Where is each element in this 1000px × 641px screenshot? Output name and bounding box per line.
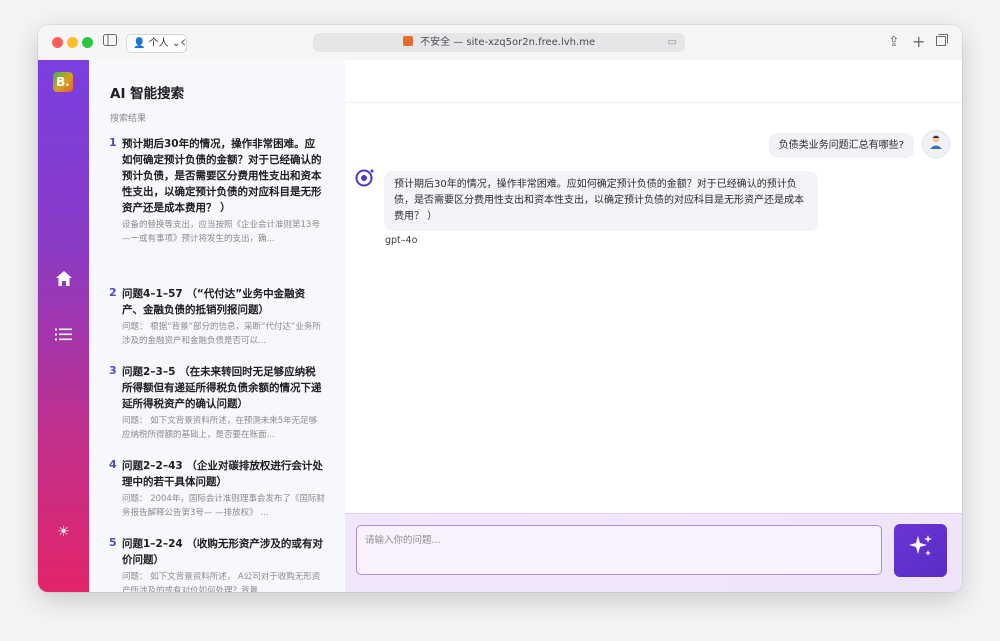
- plus-icon[interactable]: +: [912, 33, 925, 51]
- message-composer: [345, 513, 962, 592]
- zoom-window-button[interactable]: [82, 37, 93, 48]
- panel-subtitle: 搜索结果: [110, 114, 147, 124]
- result-item[interactable]: 2 问题4–1–57 （“代付达”业务中金融资产、金融负债的抵销列报问题） 问题…: [109, 286, 325, 348]
- result-number: 5: [109, 536, 117, 549]
- result-number: 2: [109, 286, 117, 299]
- app-rail: B. ☀: [38, 60, 89, 592]
- result-item[interactable]: 4 问题2–2–43 （企业对碳排放权进行会计处理中的若干具体问题） 问题： 2…: [109, 458, 325, 520]
- sparkle-icon: [908, 535, 934, 565]
- user-message: 负债类业务问题汇总有哪些?: [768, 133, 914, 158]
- url-text: 不安全 — site-xzq5or2n.free.lvh.me: [420, 37, 596, 48]
- profile-selector[interactable]: 👤 个人 ⌄: [126, 34, 188, 53]
- sidebar-toggle-icon[interactable]: [103, 33, 117, 51]
- result-title: 问题2–3–5 （在未来转回时无足够应纳税所得额但有递延所得税负债余额的情况下递…: [122, 366, 322, 410]
- result-title: 问题4–1–57 （“代付达”业务中金融资产、金融负债的抵销列报问题）: [122, 288, 306, 316]
- tabs-icon[interactable]: [936, 33, 948, 51]
- avatar: [922, 130, 950, 158]
- chat-header: [345, 60, 962, 103]
- result-snippet: 问题： 2004年，国际会计准则理事会发布了《国际财务报告解释公告第3号— —排…: [122, 494, 325, 518]
- app-logo[interactable]: B.: [53, 72, 73, 92]
- list-icon[interactable]: [38, 326, 89, 345]
- assistant-message: 预计期后30年的情况，操作非常困难。应如何确定预计负债的金额？对于已经确认的预计…: [384, 171, 818, 231]
- back-icon[interactable]: ‹: [180, 33, 186, 51]
- result-number: 3: [109, 364, 117, 377]
- reader-icon[interactable]: ▭: [668, 33, 677, 52]
- result-snippet: 问题： 如下文背景资料所述，在预测未来5年无足够应纳税所得额的基础上，是否要在账…: [122, 416, 318, 440]
- result-snippet: 设备的替换等支出，应当按照《企业会计准则第13号—一或有事项》预计将发生的支出，…: [122, 220, 320, 244]
- minimize-window-button[interactable]: [67, 37, 78, 48]
- home-icon[interactable]: [38, 270, 89, 291]
- result-number: 1: [109, 136, 117, 149]
- result-item[interactable]: 5 问题1–2–24 （收购无形资产涉及的或有对价问题） 问题： 如下文背景资料…: [109, 536, 325, 592]
- user-icon: 👤: [133, 38, 146, 49]
- chevron-down-icon: ⌄: [171, 38, 181, 49]
- chat-area: 负债类业务问题汇总有哪些? 预计期后30年的情况，操作非常困难。应如何确定预计负…: [345, 60, 962, 592]
- result-snippet: 问题： 如下文背景资料所述， A公司对于收购无形资产所涉及的或有对价如何处理？背…: [122, 572, 321, 592]
- model-label: gpt–4o: [385, 235, 418, 246]
- result-item[interactable]: 1 预计期后30年的情况，操作非常困难。应如何确定预计负债的金额？对于已经确认的…: [109, 136, 325, 246]
- sun-icon[interactable]: ☀: [38, 524, 89, 540]
- ai-bot-icon: [355, 168, 375, 188]
- result-number: 4: [109, 458, 117, 471]
- profile-label: 个人: [148, 38, 169, 49]
- site-favicon-icon: [402, 36, 413, 46]
- browser-window: 👤 个人 ⌄ ‹ 不安全 — site-xzq5or2n.free.lvh.me…: [38, 25, 962, 592]
- panel-title: AI 智能搜索: [110, 86, 185, 102]
- share-icon[interactable]: ⇪: [888, 33, 900, 51]
- result-title: 预计期后30年的情况，操作非常困难。应如何确定预计负债的金额？对于已经确认的预计…: [122, 138, 322, 214]
- result-snippet: 问题： 根据“背景”部分的信息，采断“代付达”业务所涉及的金融资产和金融负债是否…: [122, 322, 321, 346]
- send-button[interactable]: [894, 524, 947, 577]
- result-item[interactable]: 3 问题2–3–5 （在未来转回时无足够应纳税所得额但有递延所得税负债余额的情况…: [109, 364, 325, 442]
- address-bar[interactable]: 不安全 — site-xzq5or2n.free.lvh.me ▭: [313, 33, 685, 52]
- search-results-panel: AI 智能搜索 搜索结果 1 预计期后30年的情况，操作非常困难。应如何确定预计…: [89, 60, 345, 592]
- result-title: 问题1–2–24 （收购无形资产涉及的或有对价问题）: [122, 538, 323, 566]
- close-window-button[interactable]: [52, 37, 63, 48]
- question-input[interactable]: [356, 525, 882, 575]
- result-title: 问题2–2–43 （企业对碳排放权进行会计处理中的若干具体问题）: [122, 460, 323, 488]
- browser-titlebar: 👤 个人 ⌄ ‹ 不安全 — site-xzq5or2n.free.lvh.me…: [38, 25, 962, 61]
